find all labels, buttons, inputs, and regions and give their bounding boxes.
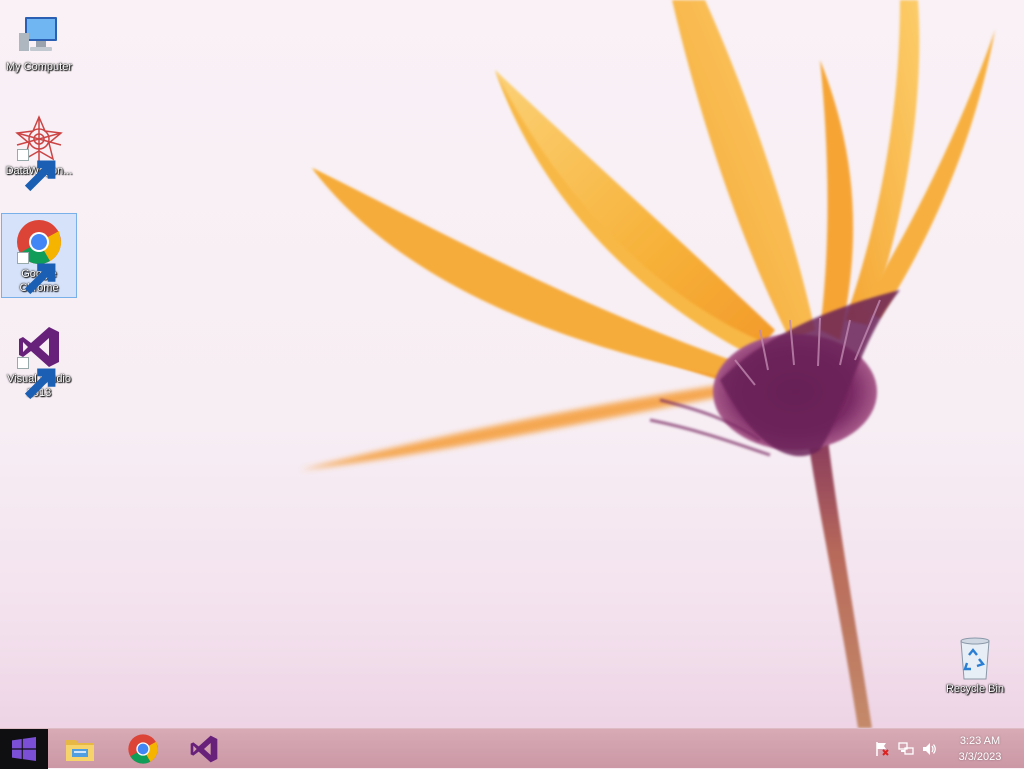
shortcut-arrow-icon [17,357,56,400]
desktop-icon-label: My Computer [5,61,73,73]
monitor-icon [19,17,57,51]
desktop-icon-my-computer[interactable]: My Computer [1,6,77,75]
system-clock[interactable]: 3:23 AM 3/3/2023 [942,733,1018,765]
taskbar-visual-studio[interactable] [187,732,221,766]
desktop-icon-recycle-bin[interactable]: Recycle Bin [937,628,1013,697]
clock-time: 3:23 AM [959,735,1001,747]
action-center-flag-icon[interactable] [874,741,890,757]
desktop-icon-datawagon[interactable]: DataWagon... [1,110,77,192]
folder-icon [66,740,94,761]
desktop-wallpaper [300,0,995,728]
shortcut-arrow-icon [17,149,56,192]
recycle-bin-icon [960,637,990,680]
desktop-icon-visual-studio[interactable]: Visual Studio 2013 [1,318,77,401]
volume-icon[interactable] [921,741,937,757]
visual-studio-icon [190,735,218,763]
start-button[interactable] [0,729,48,769]
taskbar: 3:23 AM 3/3/2023 [0,728,1024,769]
chrome-icon [128,734,158,764]
desktop-icon-label: Recycle Bin [945,683,1005,695]
network-icon[interactable] [898,741,914,757]
taskbar-file-explorer[interactable] [63,732,97,766]
shortcut-arrow-icon [17,252,56,295]
desktop-icon-google-chrome[interactable]: Google Chrome [1,213,77,298]
clock-date: 3/3/2023 [958,751,1002,763]
taskbar-google-chrome[interactable] [126,732,160,766]
windows-logo-icon [12,737,36,761]
